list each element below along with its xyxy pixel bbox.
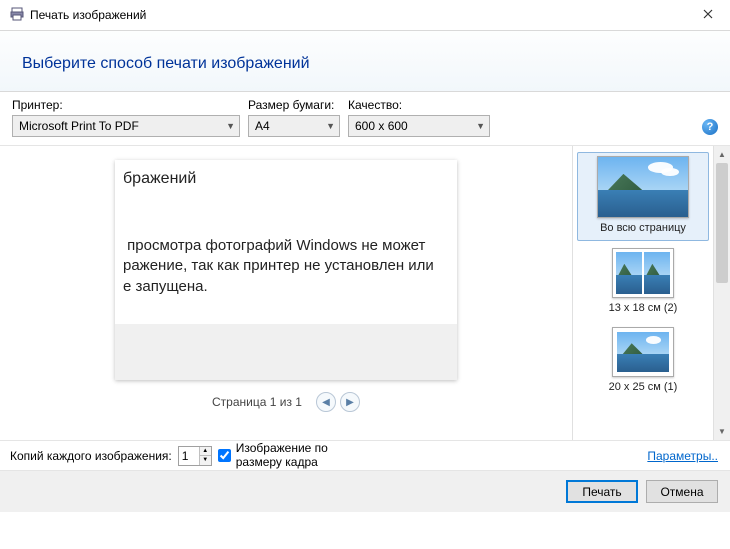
lower-bar: Копий каждого изображения: ▲ ▼ Изображен… (0, 440, 730, 470)
preview-gray-band (115, 324, 457, 380)
layout-panel: Во всю страницу 13 x 18 см (2) (572, 146, 730, 440)
parameters-link[interactable]: Параметры.. (647, 449, 718, 463)
scroll-down-button[interactable]: ▼ (714, 423, 730, 440)
printer-value: Microsoft Print To PDF (19, 119, 139, 133)
paper-value: A4 (255, 119, 270, 133)
printer-icon (10, 7, 24, 24)
layout-item-full-page[interactable]: Во всю страницу (577, 152, 709, 241)
scroll-thumb[interactable] (716, 163, 728, 283)
layout-label: Во всю страницу (600, 222, 686, 234)
preview-text-title: бражений (123, 170, 196, 188)
header: Выберите способ печати изображений (0, 30, 730, 92)
print-button[interactable]: Печать (566, 480, 638, 503)
next-page-button[interactable]: ▶ (340, 392, 360, 412)
copies-spinner[interactable]: ▲ ▼ (178, 446, 212, 466)
prev-page-button[interactable]: ◀ (316, 392, 336, 412)
quality-value: 600 x 600 (355, 119, 408, 133)
close-button[interactable] (685, 0, 730, 28)
copies-down-button[interactable]: ▼ (200, 456, 211, 465)
printer-select[interactable]: Microsoft Print To PDF ▼ (12, 115, 240, 137)
layout-label: 20 x 25 см (1) (609, 381, 678, 393)
quality-label: Качество: (348, 98, 490, 112)
chevron-down-icon: ▼ (226, 121, 235, 131)
settings-row: Принтер: Microsoft Print To PDF ▼ Размер… (0, 92, 730, 145)
chevron-down-icon: ▼ (326, 121, 335, 131)
paper-select[interactable]: A4 ▼ (248, 115, 340, 137)
fit-frame-label: Изображение по размеру кадра (236, 442, 351, 468)
page-navigation: Страница 1 из 1 ◀ ▶ (212, 392, 360, 412)
cancel-button[interactable]: Отмена (646, 480, 718, 503)
page-preview: бражений просмотра фотографий Windows не… (115, 160, 457, 380)
printer-label: Принтер: (12, 98, 240, 112)
titlebar: Печать изображений (0, 0, 730, 30)
preview-text-body: просмотра фотографий Windows не может ра… (123, 236, 457, 297)
layout-item-20x25[interactable]: 20 x 25 см (1) (577, 324, 709, 399)
fit-frame-checkbox[interactable] (218, 449, 231, 462)
copies-label: Копий каждого изображения: (10, 449, 172, 463)
copies-input[interactable] (179, 447, 199, 465)
layout-item-13x18[interactable]: 13 x 18 см (2) (577, 245, 709, 320)
preview-zone: бражений просмотра фотографий Windows не… (0, 146, 572, 440)
layout-scrollbar[interactable]: ▲ ▼ (713, 146, 730, 440)
body: бражений просмотра фотографий Windows не… (0, 145, 730, 440)
copies-up-button[interactable]: ▲ (200, 447, 211, 457)
scroll-up-button[interactable]: ▲ (714, 146, 730, 163)
page-indicator: Страница 1 из 1 (212, 395, 302, 409)
window-title: Печать изображений (30, 8, 146, 22)
layout-list: Во всю страницу 13 x 18 см (2) (573, 146, 713, 440)
quality-select[interactable]: 600 x 600 ▼ (348, 115, 490, 137)
paper-label: Размер бумаги: (248, 98, 340, 112)
header-subtitle: Выберите способ печати изображений (22, 55, 708, 73)
chevron-down-icon: ▼ (476, 121, 485, 131)
help-button[interactable]: ? (702, 119, 718, 135)
scroll-track[interactable] (714, 163, 730, 423)
button-bar: Печать Отмена (0, 470, 730, 512)
layout-label: 13 x 18 см (2) (609, 302, 678, 314)
